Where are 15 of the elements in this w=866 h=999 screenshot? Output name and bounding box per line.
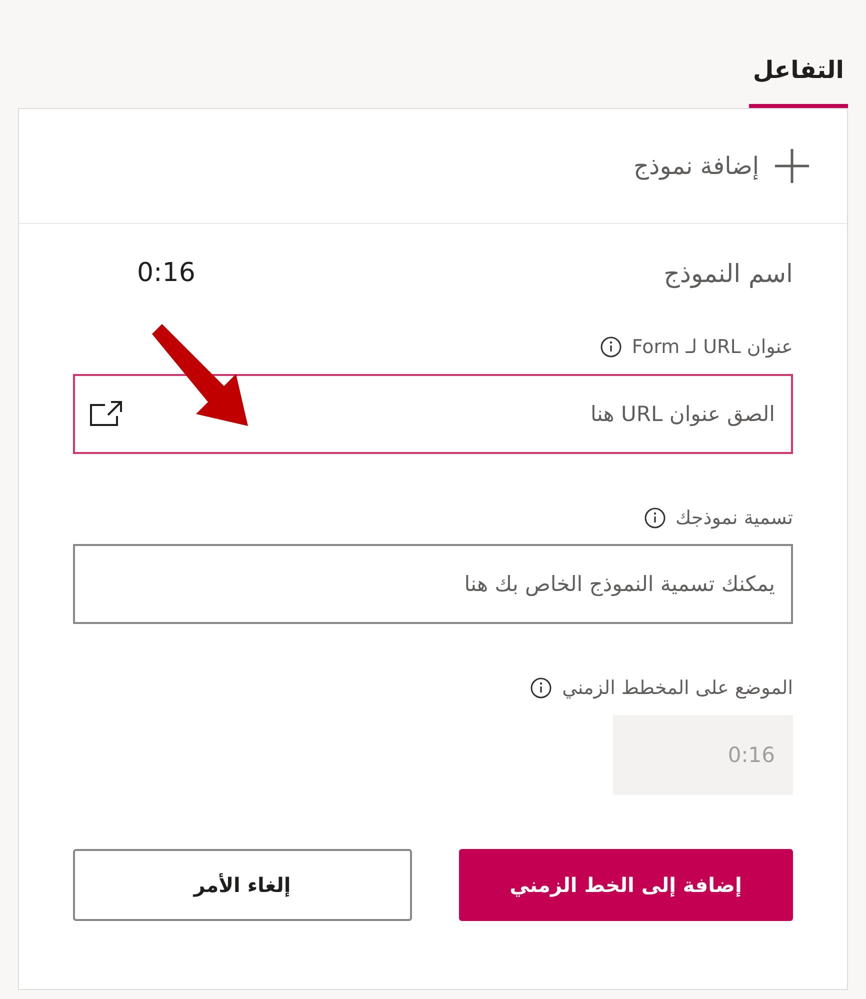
plus-icon [773,147,811,185]
open-link-icon[interactable] [89,400,125,428]
form-title: اسم النموذج [664,258,793,290]
time-label: 0:16 [137,257,196,290]
field-label: تسمية نموذجك [676,506,793,531]
cancel-button[interactable]: إلغاء الأمر [73,848,412,920]
info-icon [600,336,622,358]
field-label: الموضع على المخطط الزمني [562,676,793,701]
field-label: عنوان URL لـ Form [632,335,793,360]
add-form-button[interactable]: إضافة نموذج [19,109,847,224]
info-icon [530,677,552,700]
url-field[interactable]: الصق عنوان URL هنا [73,374,793,454]
name-field[interactable]: يمكنك تسمية النموذج الخاص بك هنا [73,544,793,624]
info-icon [644,506,666,529]
add-to-timeline-button[interactable]: إضافة إلى الخط الزمني [458,848,793,920]
